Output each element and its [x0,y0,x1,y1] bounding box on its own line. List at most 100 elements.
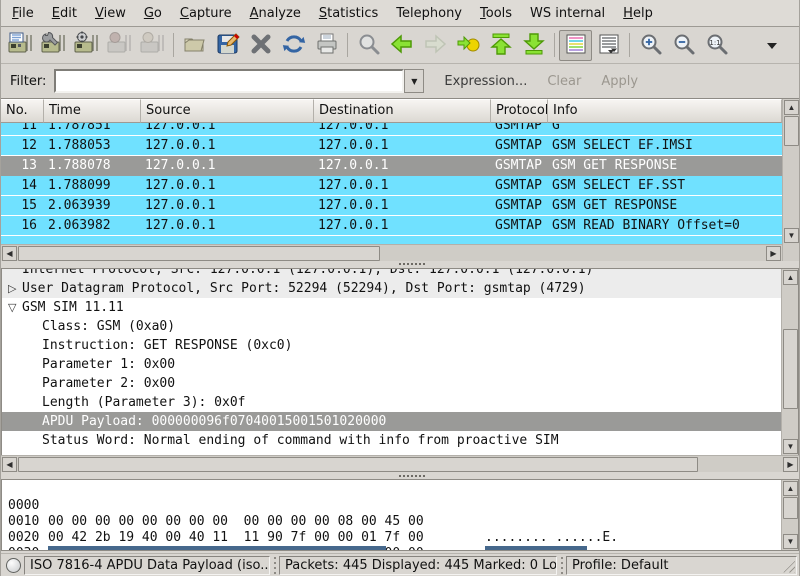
scroll-left-button[interactable]: ◀ [2,246,17,261]
menu-file[interactable]: File [3,2,43,25]
packet-row[interactable]: 16 2.063982 127.0.0.1 127.0.0.1 GSMTAP G… [1,216,782,236]
detail-row[interactable]: Parameter 2: 0x00 [2,374,781,393]
vscroll-thumb[interactable] [784,116,799,146]
expert-info-icon[interactable] [6,558,21,573]
packet-row[interactable]: 11 1.787851 127.0.0.1 127.0.0.1 GSMTAP G [1,123,782,136]
column-header-source[interactable]: Source [141,99,314,123]
status-profile[interactable]: Profile: Default [566,556,797,575]
packet-list-hscrollbar[interactable]: ◀ ▶ [1,244,782,261]
details-vscrollbar[interactable]: ▲ ▼ [781,269,798,455]
packet-destination: 127.0.0.1 [314,176,491,195]
find-button[interactable] [352,30,385,61]
packet-row[interactable]: 12 1.788053 127.0.0.1 127.0.0.1 GSMTAP G… [1,136,782,156]
expander-expanded-icon[interactable]: ▽ [8,298,22,317]
capture-restart-button[interactable] [103,30,136,61]
detail-row[interactable]: Internet Protocol, Src: 127.0.0.1 (127.0… [2,269,781,279]
menu-telephony[interactable]: Telephony [387,2,471,25]
toolbar-overflow-button[interactable] [755,30,788,61]
capture-start-button[interactable] [70,30,103,61]
interfaces-button[interactable] [4,30,37,61]
apply-button[interactable]: Apply [591,71,648,92]
packet-row[interactable]: 15 2.063939 127.0.0.1 127.0.0.1 GSMTAP G… [1,196,782,216]
column-header-destination[interactable]: Destination [314,99,491,123]
packet-info: GSM GET RESPONSE [548,196,782,215]
menu-analyze[interactable]: Analyze [241,2,310,25]
zoom-in-button[interactable] [634,30,667,61]
scroll-down-button[interactable]: ▼ [783,534,798,549]
toolbar-separator [173,33,174,57]
go-bottom-icon [522,32,546,59]
menu-capture[interactable]: Capture [171,2,241,25]
menu-edit[interactable]: Edit [43,2,86,25]
colorize-button[interactable] [559,30,592,61]
column-header-protocol[interactable]: Protocol [491,99,548,123]
reload-button[interactable] [277,30,310,61]
scroll-up-button[interactable]: ▲ [784,100,799,115]
goto-packet-button[interactable] [451,30,484,61]
menu-tools[interactable]: Tools [471,2,521,25]
hscroll-thumb[interactable] [18,457,698,472]
detail-row[interactable]: Status Word: Normal ending of command wi… [2,431,781,450]
detail-row[interactable]: Class: GSM (0xa0) [2,317,781,336]
capture-options-button[interactable] [37,30,70,61]
detail-row-udp[interactable]: ▷User Datagram Protocol, Src Port: 52294… [2,279,781,298]
scroll-right-button[interactable]: ▶ [766,246,781,261]
filter-input[interactable] [54,69,404,93]
zoom-out-button[interactable] [667,30,700,61]
clear-button[interactable]: Clear [537,71,591,92]
menu-statistics[interactable]: Statistics [310,2,387,25]
hex-row[interactable]: 0020 00 01 cc 46 12 79 00 2e fe 41 02 04… [2,514,781,530]
hex-row[interactable]: 0000 00 00 00 00 00 00 00 00 00 00 00 00… [2,482,781,498]
column-header-time[interactable]: Time [44,99,141,123]
menu-go[interactable]: Go [135,2,171,25]
packet-list-vscrollbar[interactable]: ▲ ▼ [782,99,799,261]
autoscroll-button[interactable] [592,30,625,61]
scroll-down-button[interactable]: ▼ [784,228,799,243]
expression-button[interactable]: Expression... [434,71,537,92]
file-save-button[interactable] [211,30,244,61]
packet-row-selected[interactable]: 13 1.788078 127.0.0.1 127.0.0.1 GSMTAP G… [1,156,782,176]
detail-row-gsm-sim[interactable]: ▽GSM SIM 11.11 [2,298,781,317]
pane-splitter[interactable] [1,260,799,268]
statusbar-grip[interactable] [558,557,565,574]
details-hscrollbar[interactable]: ◀ ▶ [1,455,799,472]
goto-top-button[interactable] [484,30,517,61]
menu-ws-internal[interactable]: WS internal [521,2,614,25]
packet-info: GSM GET RESPONSE [548,156,782,175]
scroll-up-button[interactable]: ▲ [783,481,798,496]
column-header-no[interactable]: No. [1,99,44,123]
hex-vscrollbar[interactable]: ▲ ▼ [781,480,798,550]
scroll-left-button[interactable]: ◀ [2,457,17,472]
filter-button[interactable]: Filter: [6,71,54,92]
menu-help[interactable]: Help [614,2,662,25]
file-close-button[interactable] [244,30,277,61]
hex-row[interactable]: 0030 00 00 00 00 00 00 00 00 00 00 a0 c0… [2,530,781,546]
pane-splitter[interactable] [1,472,799,479]
hex-row[interactable]: 0010 00 42 2b 19 40 00 40 11 11 90 7f 00… [2,498,781,514]
zoom-actual-button[interactable]: 1:1 [700,30,733,61]
filter-dropdown-button[interactable]: ▼ [404,69,424,93]
statusbar-grip[interactable] [271,557,278,574]
hscroll-thumb[interactable] [18,246,380,261]
goto-bottom-button[interactable] [517,30,550,61]
scroll-down-button[interactable]: ▼ [783,439,798,454]
expander-collapsed-icon[interactable]: ▷ [8,279,22,298]
scroll-right-button[interactable]: ▶ [783,457,798,472]
go-forward-button[interactable] [418,30,451,61]
print-button[interactable] [310,30,343,61]
detail-row[interactable]: Instruction: GET RESPONSE (0xc0) [2,336,781,355]
packet-row[interactable]: 14 1.788099 127.0.0.1 127.0.0.1 GSMTAP G… [1,176,782,196]
column-header-info[interactable]: Info [548,99,782,123]
file-open-button[interactable] [178,30,211,61]
go-back-button[interactable] [385,30,418,61]
vscroll-thumb[interactable] [783,497,798,519]
scroll-up-button[interactable]: ▲ [783,270,798,285]
detail-row[interactable]: Length (Parameter 3): 0x0f [2,393,781,412]
resize-grip[interactable] [781,559,795,573]
capture-stop-button[interactable] [136,30,169,61]
forward-arrow-icon [423,32,447,59]
detail-row[interactable]: Parameter 1: 0x00 [2,355,781,374]
vscroll-thumb[interactable] [783,329,798,409]
menu-view[interactable]: View [86,2,135,25]
detail-row-selected[interactable]: APDU Payload: 000000096f0704001500150102… [2,412,781,431]
